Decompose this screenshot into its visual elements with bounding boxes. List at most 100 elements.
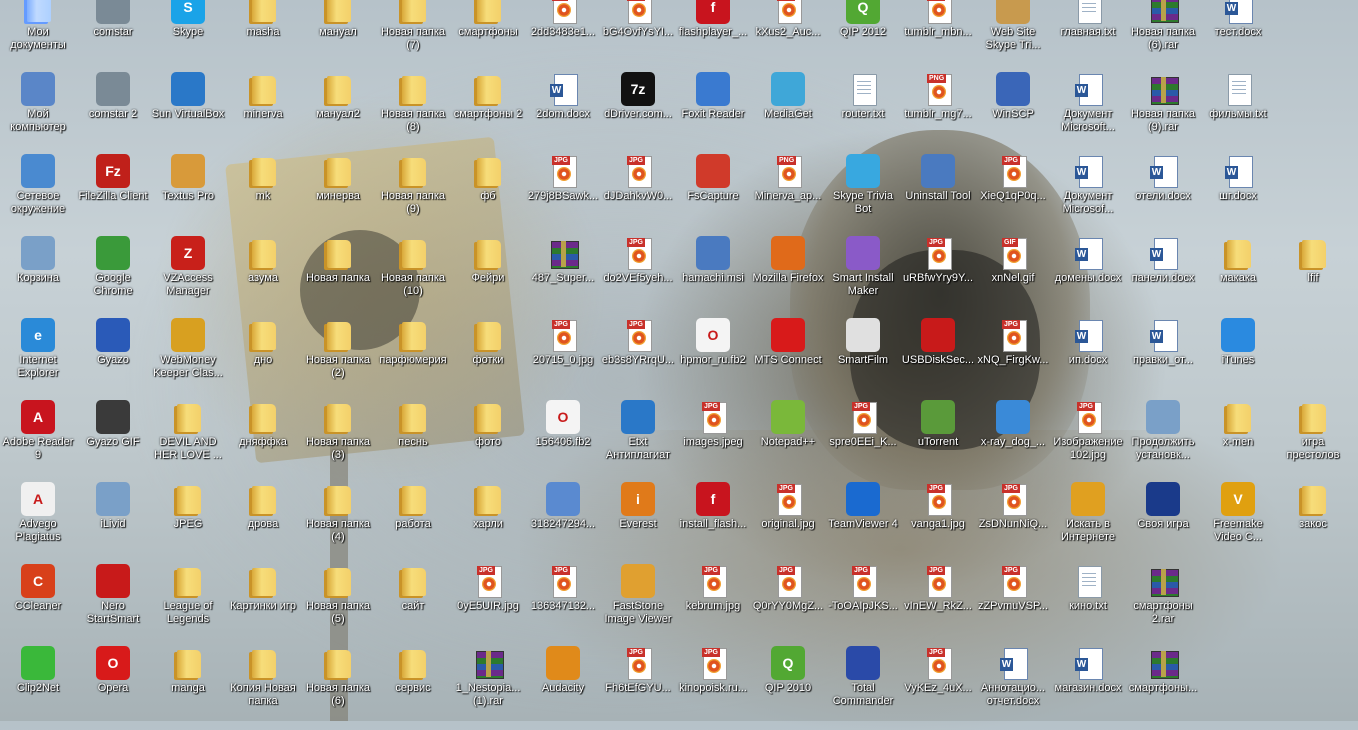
desktop-icon[interactable]: Z VZAccess Manager xyxy=(150,232,226,314)
desktop-icon[interactable]: PNG tumblr_mg7... xyxy=(900,68,976,150)
desktop-icon[interactable]: x-ray_dog_... xyxy=(975,396,1051,478)
desktop-icon[interactable]: PNG Minerva_ap... xyxy=(750,150,826,232)
desktop-icon[interactable]: iTunes xyxy=(1200,314,1276,396)
desktop-icon[interactable]: JPG xNQ_FirgKw... xyxy=(975,314,1051,396)
desktop-icon[interactable]: Новая папка (4) xyxy=(300,478,376,560)
desktop-icon[interactable]: Мои документы xyxy=(0,0,76,68)
desktop-icon[interactable]: Smart Install Maker xyxy=(825,232,901,314)
desktop-icon[interactable]: V Freemake Video C... xyxy=(1200,478,1276,560)
desktop-icon[interactable]: A Adobe Reader 9 xyxy=(0,396,76,478)
desktop-icon[interactable]: JPG 279j8BSawk... xyxy=(525,150,601,232)
desktop-icon[interactable]: JPG kebrum.jpg xyxy=(675,560,751,642)
desktop-icon[interactable]: JPG bG4OvfYsYI... xyxy=(600,0,676,68)
desktop-icon[interactable]: дрова xyxy=(225,478,301,560)
desktop-icon[interactable]: JPG 0yE5UIR.jpg xyxy=(450,560,526,642)
desktop-icon[interactable]: Новая папка (7) xyxy=(375,0,451,68)
desktop-icon[interactable]: Копия Новая папка xyxy=(225,642,301,724)
desktop-icon[interactable]: hamachi.msi xyxy=(675,232,751,314)
desktop-icon[interactable]: Foxit Reader xyxy=(675,68,751,150)
desktop-icon[interactable]: Новая папка (9).rar xyxy=(1125,68,1201,150)
desktop-icon[interactable]: JPG dJDahkvW0... xyxy=(600,150,676,232)
desktop-icon[interactable]: 2dom.docx xyxy=(525,68,601,150)
desktop-icon[interactable]: JPG -ToOAIpJKS... xyxy=(825,560,901,642)
desktop-icon[interactable]: Документ Microsoft... xyxy=(1050,68,1126,150)
desktop-icon[interactable]: JPG kXus2_Auc... xyxy=(750,0,826,68)
desktop-icon[interactable]: mk xyxy=(225,150,301,232)
desktop-icon[interactable]: Q QIP 2012 xyxy=(825,0,901,68)
desktop-icon[interactable]: S Skype xyxy=(150,0,226,68)
desktop-icon[interactable]: Skype Trivia Bot xyxy=(825,150,901,232)
desktop-icon[interactable]: Новая папка (10) xyxy=(375,232,451,314)
desktop-icon[interactable]: шг.docx xyxy=(1200,150,1276,232)
desktop-icon[interactable]: USBDiskSec... xyxy=(900,314,976,396)
desktop-icon[interactable]: работа xyxy=(375,478,451,560)
desktop-icon[interactable]: Nero StartSmart xyxy=(75,560,151,642)
desktop-icon[interactable]: router.txt xyxy=(825,68,901,150)
desktop-icon[interactable]: фильмы.txt xyxy=(1200,68,1276,150)
desktop-icon[interactable]: Textus Pro xyxy=(150,150,226,232)
desktop-icon[interactable]: смартфоны... xyxy=(1125,642,1201,724)
desktop-icon[interactable]: C CCleaner xyxy=(0,560,76,642)
desktop-icon[interactable]: Продолжить установк... xyxy=(1125,396,1201,478)
desktop-icon[interactable]: minerva xyxy=(225,68,301,150)
desktop-icon[interactable]: сайт xyxy=(375,560,451,642)
desktop-icon[interactable]: manga xyxy=(150,642,226,724)
desktop-icon[interactable]: i Everest xyxy=(600,478,676,560)
desktop-icon[interactable]: панели.docx xyxy=(1125,232,1201,314)
desktop-icon[interactable]: FastStone Image Viewer xyxy=(600,560,676,642)
desktop-icon[interactable]: фб xyxy=(450,150,526,232)
desktop-icon[interactable]: SmartFilm xyxy=(825,314,901,396)
desktop-icon[interactable]: uTorrent xyxy=(900,396,976,478)
desktop-icon[interactable]: фото xyxy=(450,396,526,478)
desktop-icon[interactable]: харли xyxy=(450,478,526,560)
desktop-icon[interactable]: Фейри xyxy=(450,232,526,314)
desktop-icon[interactable]: 318247294... xyxy=(525,478,601,560)
desktop-icon[interactable]: WinSCP xyxy=(975,68,1051,150)
desktop-icon[interactable]: главная.txt xyxy=(1050,0,1126,68)
desktop-icon[interactable]: JPG vanga1.jpg xyxy=(900,478,976,560)
desktop-icon[interactable]: O Opera xyxy=(75,642,151,724)
desktop-icon[interactable]: Новая папка (6).rar xyxy=(1125,0,1201,68)
desktop-icon[interactable]: мануал2 xyxy=(300,68,376,150)
desktop-icon[interactable]: Total Commander xyxy=(825,642,901,724)
desktop-icon[interactable]: Gyazo GIF xyxy=(75,396,151,478)
desktop-icon[interactable]: Искать в Интернете xyxy=(1050,478,1126,560)
desktop-icon[interactable]: JPG VyKEz_4uX... xyxy=(900,642,976,724)
desktop-icon[interactable]: Корзина xyxy=(0,232,76,314)
desktop-icon[interactable]: O 156406.fb2 xyxy=(525,396,601,478)
desktop-icon[interactable]: Uninstall Tool xyxy=(900,150,976,232)
desktop-icon[interactable]: Аннотацио... отчет.docx xyxy=(975,642,1051,724)
desktop-icon[interactable]: Новая папка (8) xyxy=(375,68,451,150)
desktop-icon[interactable]: смартфоны 2 xyxy=(450,68,526,150)
desktop-icon[interactable]: JPG 20715_0.jpg xyxy=(525,314,601,396)
desktop-icon[interactable]: Своя игра xyxy=(1125,478,1201,560)
desktop-icon[interactable]: 1_Nestopia... (1).rar xyxy=(450,642,526,724)
desktop-icon[interactable]: Clip2Net xyxy=(0,642,76,724)
desktop-icon[interactable]: 7z dDriver.com... xyxy=(600,68,676,150)
desktop-icon[interactable]: ип.docx xyxy=(1050,314,1126,396)
desktop-icon[interactable]: JPG spre0EEi_K... xyxy=(825,396,901,478)
desktop-icon[interactable]: GIF 2dd3483e1... xyxy=(525,0,601,68)
desktop-icon[interactable]: comstar 2 xyxy=(75,68,151,150)
desktop-icon[interactable]: JPG tumblr_mbn... xyxy=(900,0,976,68)
desktop-icon[interactable]: GIF xnNel.gif xyxy=(975,232,1051,314)
desktop-icon[interactable]: дно xyxy=(225,314,301,396)
desktop-icon[interactable]: Web Site Skype Tri... xyxy=(975,0,1051,68)
desktop-icon[interactable]: домены.docx xyxy=(1050,232,1126,314)
desktop-icon[interactable]: Sun VirtualBox xyxy=(150,68,226,150)
desktop-icon[interactable]: JPEG xyxy=(150,478,226,560)
desktop-icon[interactable]: Картинки игр xyxy=(225,560,301,642)
desktop-icon[interactable]: JPG kinopoisk.ru... xyxy=(675,642,751,724)
desktop-icon[interactable]: сервис xyxy=(375,642,451,724)
desktop-icon[interactable]: 487_Super... xyxy=(525,232,601,314)
desktop-icon[interactable]: Gyazo xyxy=(75,314,151,396)
desktop-icon[interactable]: WebMoney Keeper Clas... xyxy=(150,314,226,396)
desktop-icon[interactable]: TeamViewer 4 xyxy=(825,478,901,560)
desktop-icon[interactable]: закос xyxy=(1275,478,1351,560)
desktop-icon[interactable]: смартфоны xyxy=(450,0,526,68)
desktop-icon[interactable]: comstar xyxy=(75,0,151,68)
desktop-icon[interactable]: дняффка xyxy=(225,396,301,478)
desktop-icon[interactable]: JPG images.jpeg xyxy=(675,396,751,478)
desktop-icon[interactable]: магазин.docx xyxy=(1050,642,1126,724)
desktop-icon[interactable]: lfif xyxy=(1275,232,1351,314)
